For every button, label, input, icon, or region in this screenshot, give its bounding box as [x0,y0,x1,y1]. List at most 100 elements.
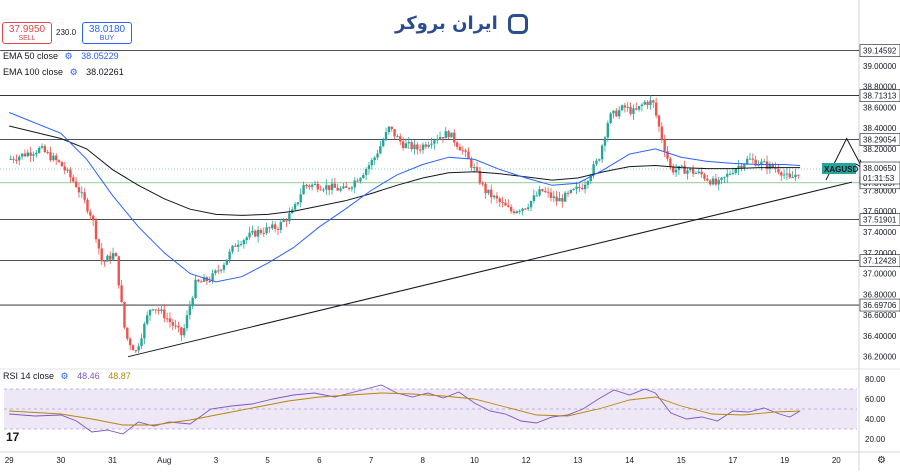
candle-body [635,108,638,110]
candle-body [632,108,635,114]
candle-body [478,170,482,184]
candle-body [674,169,678,173]
candle-body [581,187,584,190]
candle-body [498,198,501,202]
y-tick-label: 38.60000 [863,103,897,112]
candle-body [532,195,536,202]
candle-body [450,132,453,138]
y-tick-label: 36.60000 [863,311,897,320]
candle-body [63,166,66,171]
candle-body [535,195,538,197]
y-tick-label: 38.20000 [863,145,897,154]
ema50-legend[interactable]: EMA 50 close ⚙ 38.05229 [3,51,119,62]
x-tick-label: 13 [573,456,582,465]
candle-body [316,183,320,190]
candle-body [271,224,274,229]
ema50-value: 38.05229 [81,51,119,61]
tradingview-logo[interactable]: 17 [6,430,19,444]
candle-body [293,204,297,210]
buy-label: BUY [99,35,115,42]
candle-body [373,157,376,161]
logo-mark-icon [508,14,529,34]
candle-body [555,196,558,202]
candle-body [134,350,138,352]
settings-icon[interactable]: ⚙ [70,67,78,77]
candle-body [677,166,681,170]
current-price-label: 38.00650 [863,164,897,173]
candle-body [563,192,567,202]
candle-body [171,322,174,326]
chart-root: 39.00000 38.80000 38.60000 38.40000 38.20000… [0,0,900,471]
ema100-legend[interactable]: EMA 100 close ⚙ 38.02261 [3,67,124,78]
candle-body [561,197,564,202]
candle-body [467,151,470,159]
candle-body [598,159,601,161]
x-tick-label: 5 [265,456,270,465]
candle-body [717,179,720,185]
candle-body [660,126,664,140]
candle-body [595,160,598,165]
candle-body [711,178,715,185]
candle-body [720,177,723,180]
candle-body [336,187,339,191]
candle-body [72,177,75,182]
candle-body [549,192,553,198]
candle-body [686,170,689,174]
candle-body [586,181,590,185]
candle-body [333,183,337,188]
candle-body [731,172,735,174]
candle-body [208,280,211,282]
candle-body [575,186,578,190]
candle-body [117,256,120,286]
candle-body [265,227,268,234]
candle-body [444,131,447,139]
candle-body [310,184,314,187]
buy-price: 38.0180 [88,24,126,35]
candle-body [330,183,334,191]
candle-body [123,301,126,328]
candle-body [217,270,220,272]
candle-body [370,160,374,166]
candle-body [165,318,169,320]
candle-body [433,140,436,144]
candle-body [583,184,587,190]
candle-body [663,139,666,152]
level-label: 36.69706 [863,301,897,310]
candle-body [282,220,285,222]
candle-body [345,186,348,188]
candle-body [168,318,172,323]
candle-body [251,230,254,233]
candle-body [763,161,766,163]
candle-body [80,192,84,194]
candle-body [180,327,183,336]
rsi-y-tick-label: 20.00 [865,435,886,444]
buy-button[interactable]: 38.0180 BUY [82,22,132,44]
candle-body [197,279,200,282]
rsi-ma-value: 48.87 [108,371,131,381]
candle-body [734,169,737,173]
candle-body [285,220,288,222]
candle-body [35,152,38,155]
rsi-legend[interactable]: RSI 14 close ⚙ 48.46 48.87 [3,371,131,382]
settings-icon[interactable]: ⚙ [65,51,73,61]
candle-body [637,106,641,110]
candle-body [413,144,416,150]
x-tick-label: 20 [832,456,841,465]
sell-button[interactable]: 37.9950 SELL [2,22,52,44]
y-tick-label: 38.40000 [863,124,897,133]
candle-body [347,187,351,189]
level-label: 38.71313 [863,92,897,101]
settings-icon[interactable]: ⚙ [61,371,69,381]
x-tick-label: 6 [317,456,322,465]
candle-body [305,184,308,186]
candle-body [694,172,698,174]
candle-body [728,173,732,175]
candle-body [683,165,686,174]
candle-body [32,154,35,156]
candle-body [55,155,58,161]
candle-body [461,150,465,152]
candle-body [214,270,217,274]
candle-body [558,197,561,202]
candle-body [194,279,197,299]
candle-body [239,244,243,246]
